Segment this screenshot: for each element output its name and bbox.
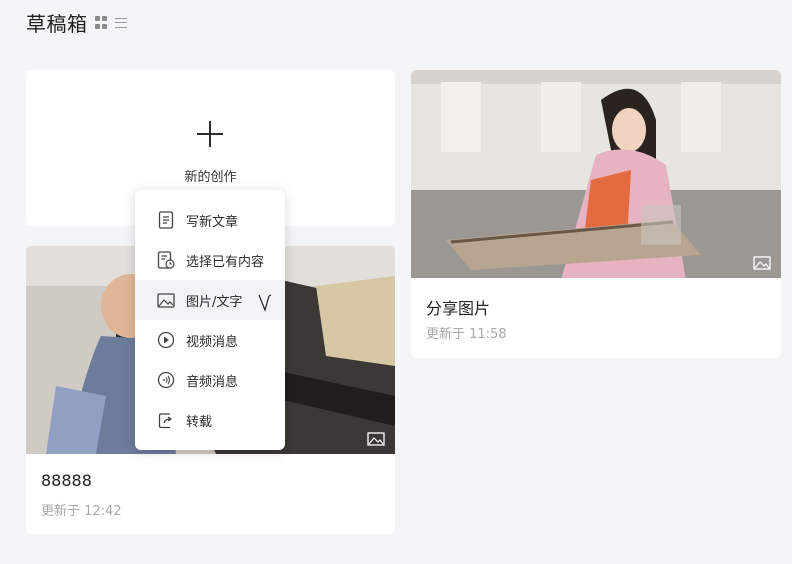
pen-cursor-icon xyxy=(258,294,272,312)
document-icon xyxy=(156,210,176,230)
menu-item-write-article[interactable]: 写新文章 xyxy=(135,200,285,240)
menu-item-label: 写新文章 xyxy=(186,214,239,230)
image-type-icon xyxy=(753,256,771,270)
draft-updated-time: 更新于 12:42 xyxy=(41,504,122,519)
menu-item-label: 图片/文字 xyxy=(186,294,243,310)
guzheng-photo-illustration xyxy=(411,70,781,278)
image-icon xyxy=(156,290,176,310)
play-circle-icon xyxy=(156,330,176,350)
new-creation-label: 新的创作 xyxy=(184,170,237,185)
share-icon xyxy=(156,410,176,430)
draft-title: 分享图片 xyxy=(426,299,491,318)
page-header: 草稿箱 xyxy=(26,8,128,37)
draft-thumbnail xyxy=(411,70,781,278)
draft-updated-time: 更新于 11:58 xyxy=(426,327,507,342)
document-clock-icon xyxy=(156,250,176,270)
plus-icon xyxy=(197,121,223,147)
draft-card[interactable]: 分享图片 更新于 11:58 xyxy=(411,70,781,358)
menu-item-video-message[interactable]: 视频消息 xyxy=(135,320,285,360)
image-type-icon xyxy=(367,432,385,446)
draft-title: 88888 xyxy=(41,471,92,490)
menu-item-label: 视频消息 xyxy=(186,334,239,350)
list-view-icon[interactable] xyxy=(114,16,128,30)
grid-view-icon[interactable] xyxy=(94,16,108,30)
page-title: 草稿箱 xyxy=(26,12,88,36)
audio-circle-icon xyxy=(156,370,176,390)
menu-item-repost[interactable]: 转载 xyxy=(135,400,285,440)
menu-item-label: 转载 xyxy=(186,414,213,430)
menu-item-label: 选择已有内容 xyxy=(186,254,265,270)
menu-item-audio-message[interactable]: 音频消息 xyxy=(135,360,285,400)
menu-item-label: 音频消息 xyxy=(186,374,239,390)
menu-item-select-existing[interactable]: 选择已有内容 xyxy=(135,240,285,280)
new-creation-menu: 写新文章 选择已有内容 图片/文字 视频消息 音频消息 转载 xyxy=(135,190,285,450)
